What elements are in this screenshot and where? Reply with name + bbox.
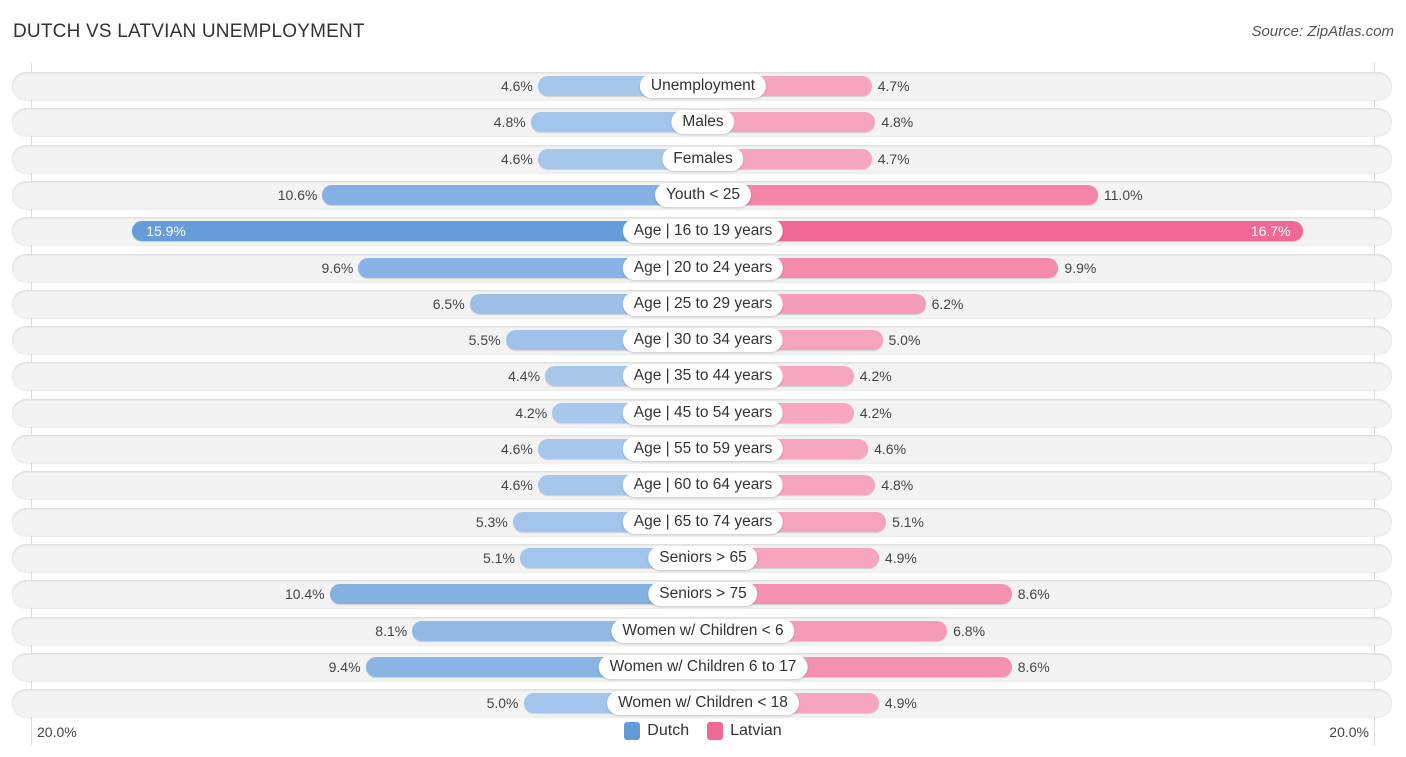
value-label-dutch: 4.4% bbox=[508, 368, 541, 385]
value-label-dutch: 10.4% bbox=[284, 586, 325, 603]
value-label-dutch: 10.6% bbox=[277, 186, 318, 203]
value-label-dutch: 9.6% bbox=[321, 259, 354, 276]
category-label: Age | 65 to 74 years bbox=[622, 509, 784, 534]
value-label-dutch: 4.8% bbox=[493, 114, 526, 131]
value-label-latvian: 4.6% bbox=[874, 441, 907, 457]
value-label-latvian: 4.2% bbox=[859, 368, 892, 385]
value-label-latvian: 4.7% bbox=[877, 150, 910, 167]
category-label: Age | 45 to 54 years bbox=[622, 400, 784, 425]
value-label-dutch: 6.5% bbox=[432, 295, 465, 312]
value-label-latvian: 4.8% bbox=[881, 477, 914, 494]
value-label-latvian: 16.7% bbox=[1250, 223, 1291, 240]
value-label-dutch: 5.5% bbox=[468, 332, 501, 349]
value-label-latvian: 5.1% bbox=[892, 513, 924, 530]
bar-latvian[interactable] bbox=[703, 221, 1303, 242]
value-label-dutch: 5.0% bbox=[486, 695, 519, 712]
value-label-latvian: 8.6% bbox=[1017, 586, 1050, 603]
value-label-latvian: 11.0% bbox=[1103, 186, 1143, 203]
category-label: Seniors > 65 bbox=[648, 545, 758, 570]
bar-dutch[interactable] bbox=[132, 221, 703, 242]
value-label-latvian: 4.8% bbox=[881, 114, 914, 131]
value-label-latvian: 4.7% bbox=[877, 78, 910, 94]
legend-swatch-dutch bbox=[624, 722, 641, 740]
category-label: Age | 25 to 29 years bbox=[622, 291, 784, 316]
category-label: Women w/ Children < 6 bbox=[611, 618, 795, 643]
value-label-dutch: 4.6% bbox=[500, 78, 533, 94]
value-label-latvian: 4.9% bbox=[884, 695, 917, 712]
category-label: Youth < 25 bbox=[655, 182, 751, 207]
value-label-latvian: 8.6% bbox=[1017, 658, 1050, 675]
value-label-latvian: 9.9% bbox=[1064, 259, 1097, 276]
category-label: Age | 30 to 34 years bbox=[622, 328, 784, 353]
value-label-latvian: 5.0% bbox=[888, 332, 921, 349]
category-label: Age | 55 to 59 years bbox=[622, 437, 784, 461]
value-label-latvian: 4.2% bbox=[859, 404, 892, 421]
value-label-dutch: 5.3% bbox=[475, 513, 508, 530]
value-label-dutch: 5.1% bbox=[483, 549, 515, 566]
value-label-latvian: 6.8% bbox=[953, 622, 986, 639]
value-label-dutch: 8.1% bbox=[375, 622, 408, 639]
category-label: Age | 20 to 24 years bbox=[622, 255, 784, 280]
legend: Dutch Latvian bbox=[0, 722, 1406, 740]
bar-dutch[interactable] bbox=[322, 184, 703, 205]
legend-item-latvian[interactable]: Latvian bbox=[707, 722, 782, 740]
legend-label-latvian: Latvian bbox=[730, 722, 782, 739]
category-label: Women w/ Children < 18 bbox=[607, 691, 799, 716]
category-label: Age | 16 to 19 years bbox=[622, 219, 784, 244]
value-label-dutch: 4.6% bbox=[500, 150, 533, 167]
category-label: Males bbox=[671, 110, 735, 135]
category-label: Age | 60 to 64 years bbox=[622, 473, 784, 498]
bar-dutch[interactable] bbox=[329, 584, 703, 605]
legend-swatch-latvian bbox=[707, 722, 724, 740]
category-label: Females bbox=[662, 146, 744, 171]
value-label-dutch: 4.2% bbox=[515, 404, 548, 421]
legend-item-dutch[interactable]: Dutch bbox=[624, 722, 689, 740]
legend-label-dutch: Dutch bbox=[647, 722, 690, 739]
value-label-dutch: 9.4% bbox=[328, 658, 361, 675]
category-label: Seniors > 75 bbox=[648, 582, 758, 607]
category-label: Unemployment bbox=[639, 74, 767, 98]
diverging-bar-chart: 4.6% 4.7% Unemployment 4.8% 4.8% Males 4.6% 4.7… bbox=[0, 0, 1406, 757]
bar-latvian[interactable] bbox=[703, 184, 1098, 205]
value-label-latvian: 4.9% bbox=[884, 549, 917, 566]
category-label: Age | 35 to 44 years bbox=[622, 364, 784, 389]
value-label-latvian: 6.2% bbox=[931, 295, 964, 312]
value-label-dutch: 15.9% bbox=[146, 223, 186, 240]
value-label-dutch: 4.6% bbox=[500, 477, 533, 494]
value-label-dutch: 4.6% bbox=[500, 441, 533, 457]
category-label: Women w/ Children 6 to 17 bbox=[598, 654, 808, 679]
